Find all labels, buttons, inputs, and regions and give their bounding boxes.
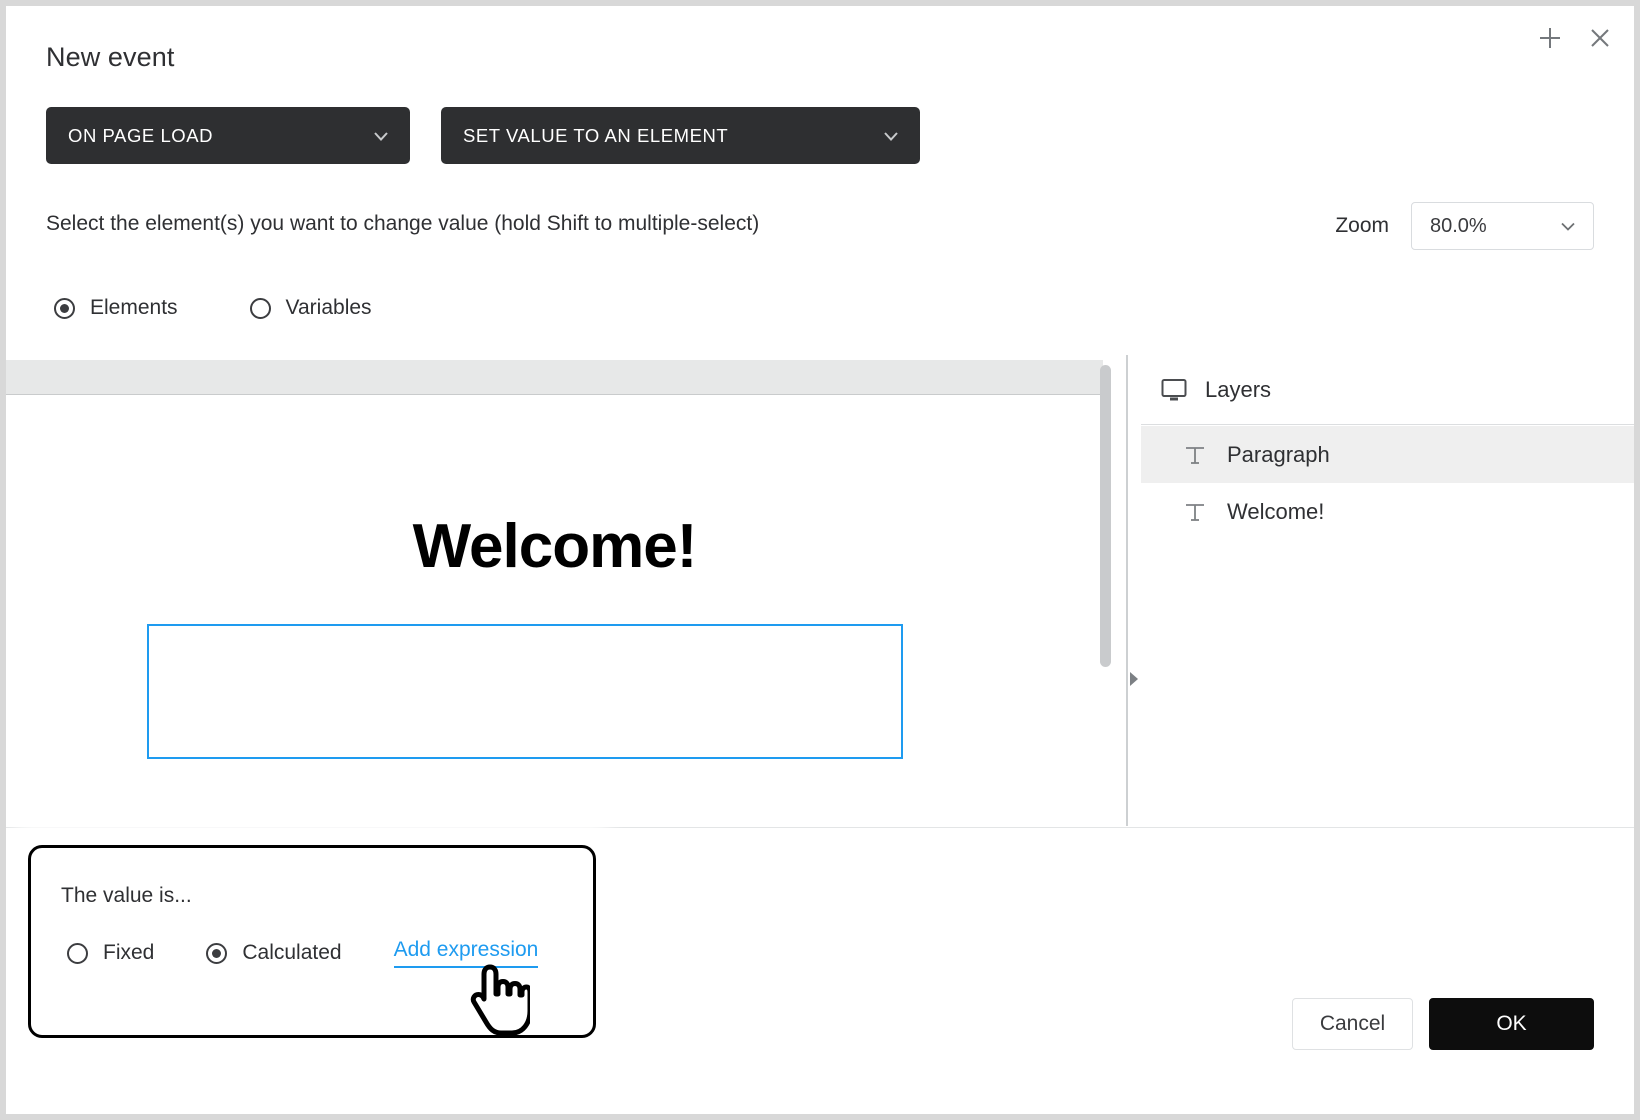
chevron-right-icon [1130, 672, 1138, 686]
action-dropdown-label: SET VALUE TO AN ELEMENT [463, 124, 729, 146]
layer-item-welcome[interactable]: Welcome! [1141, 483, 1634, 540]
canvas-paragraph-element[interactable] [147, 624, 903, 759]
footer-button-row: Cancel OK [1292, 998, 1594, 1050]
radio-fixed-label: Fixed [103, 941, 155, 964]
radio-fixed[interactable]: Fixed [67, 941, 154, 965]
panel-collapse-arrow[interactable] [1128, 671, 1140, 692]
canvas-toolbar-strip [6, 360, 1103, 395]
action-dropdown[interactable]: SET VALUE TO AN ELEMENT [441, 107, 920, 164]
layer-item-paragraph[interactable]: Paragraph [1141, 426, 1634, 483]
zoom-select[interactable]: 80.0% [1411, 202, 1594, 250]
work-area: Welcome! Layers Paragraph Welcome! [6, 355, 1634, 826]
chevron-down-icon [374, 131, 388, 141]
canvas-scrollbar-thumb[interactable] [1100, 365, 1111, 667]
zoom-label: Zoom [1335, 214, 1389, 237]
radio-calculated-label: Calculated [242, 941, 342, 964]
source-mode-radio-group: Elements Variables [54, 296, 372, 320]
ok-button[interactable]: OK [1429, 998, 1594, 1050]
layers-panel: Layers Paragraph Welcome! [1141, 355, 1634, 826]
radio-elements-dot [54, 297, 75, 319]
add-event-button[interactable] [1532, 20, 1568, 56]
value-popover: The value is... Fixed Calculated Add exp… [28, 845, 596, 1038]
chevron-down-icon [1561, 222, 1575, 231]
radio-elements-label: Elements [90, 296, 178, 319]
radio-variables[interactable]: Variables [249, 296, 372, 320]
radio-elements[interactable]: Elements [54, 296, 178, 320]
value-popover-title: The value is... [61, 884, 192, 907]
trigger-dropdown[interactable]: ON PAGE LOAD [46, 107, 410, 164]
radio-fixed-dot [67, 942, 88, 964]
radio-calculated[interactable]: Calculated [206, 941, 342, 965]
text-icon [1186, 446, 1204, 464]
canvas-page[interactable]: Welcome! [6, 396, 1103, 826]
event-config-row: ON PAGE LOAD SET VALUE TO AN ELEMENT [46, 107, 920, 164]
monitor-icon [1161, 378, 1187, 400]
close-dialog-button[interactable] [1582, 20, 1618, 56]
radio-variables-label: Variables [285, 296, 372, 319]
app-root: New event ON PAGE LOAD SET VALUE TO AN E… [0, 0, 1640, 1120]
panel-divider [1126, 355, 1128, 826]
cancel-button[interactable]: Cancel [1292, 998, 1413, 1050]
canvas-column: Welcome! [6, 355, 1135, 826]
layers-panel-title: Layers [1205, 376, 1272, 402]
close-icon [1591, 29, 1609, 47]
radio-variables-dot [249, 297, 271, 319]
text-icon [1186, 503, 1204, 521]
new-event-dialog: New event ON PAGE LOAD SET VALUE TO AN E… [6, 6, 1634, 1114]
zoom-control: Zoom 80.0% [1335, 202, 1594, 250]
instruction-text: Select the element(s) you want to change… [46, 212, 760, 235]
canvas-heading-welcome[interactable]: Welcome! [6, 511, 1103, 582]
layer-item-paragraph-label: Paragraph [1227, 441, 1330, 467]
value-popover-options: Fixed Calculated Add expression [67, 938, 539, 968]
dialog-title: New event [46, 42, 175, 72]
radio-calculated-dot [206, 942, 228, 964]
chevron-down-icon [884, 131, 898, 141]
zoom-value: 80.0% [1430, 214, 1487, 237]
layers-panel-header: Layers [1141, 355, 1634, 425]
plus-icon [1540, 28, 1560, 48]
trigger-dropdown-label: ON PAGE LOAD [68, 124, 214, 146]
layer-item-welcome-label: Welcome! [1227, 498, 1325, 524]
window-controls [1532, 20, 1618, 56]
add-expression-link[interactable]: Add expression [393, 938, 539, 968]
